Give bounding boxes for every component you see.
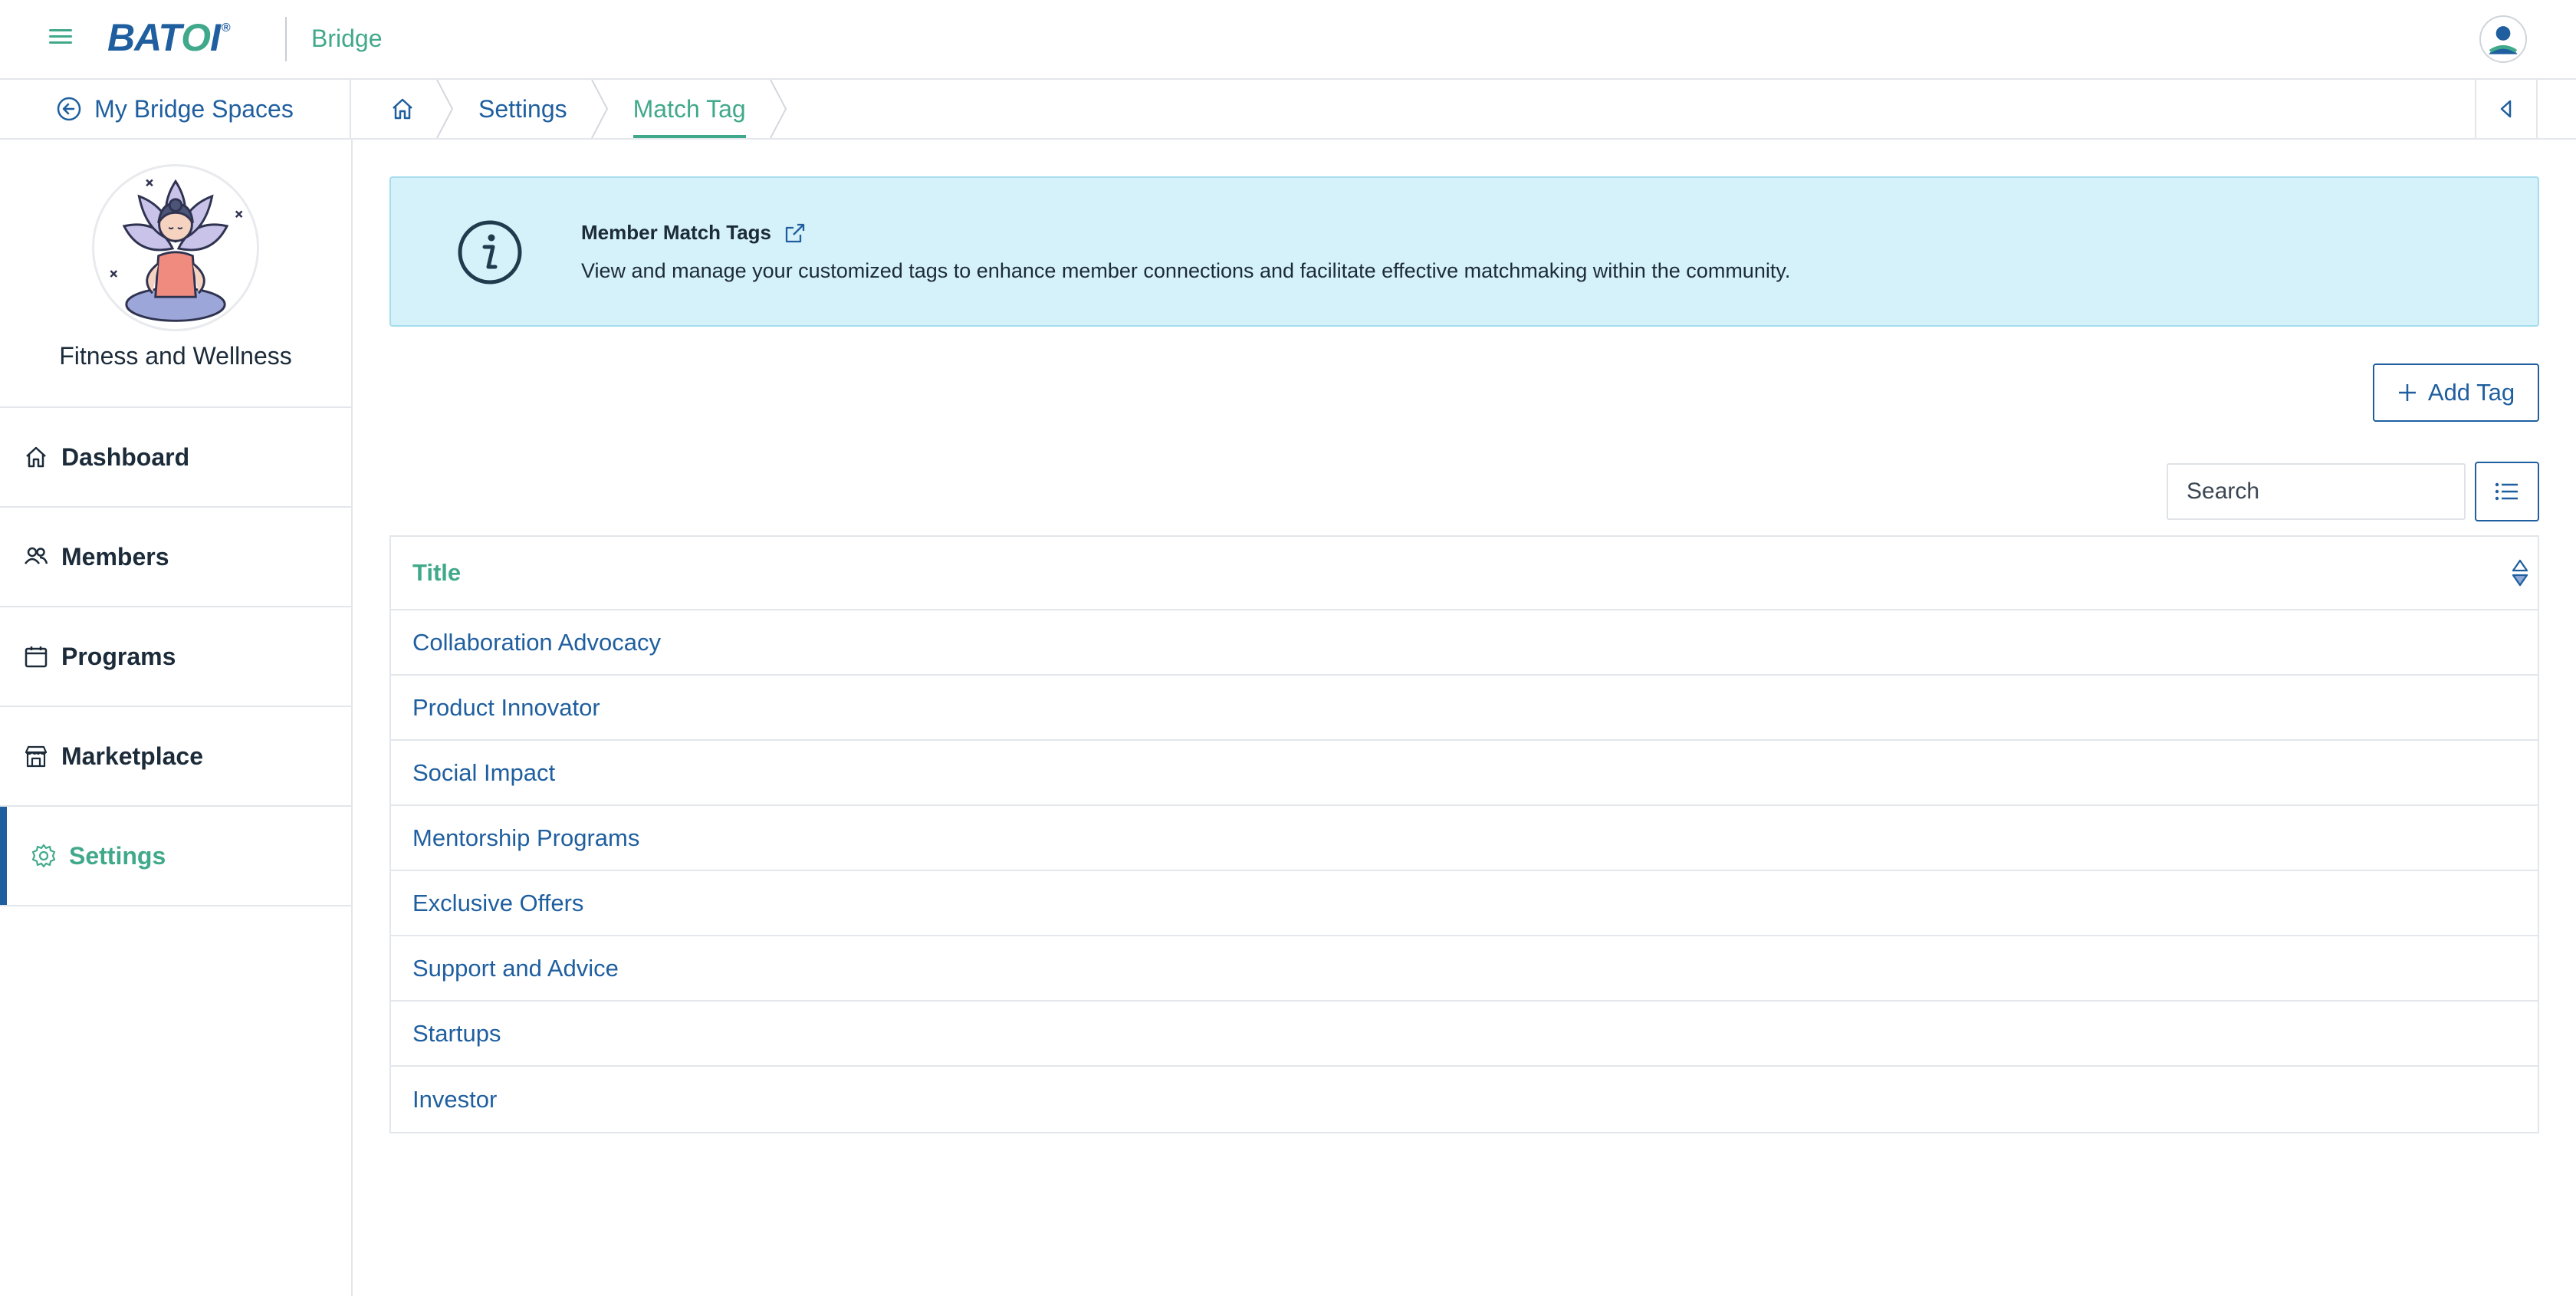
banner-description: View and manage your customized tags to … <box>581 259 1791 282</box>
sidebar-item-label: Dashboard <box>61 442 190 471</box>
space-name: Fitness and Wellness <box>59 342 292 370</box>
arrow-left-circle-icon <box>57 97 81 121</box>
list-view-toggle-button[interactable] <box>2475 462 2539 521</box>
search-input[interactable] <box>2167 463 2466 520</box>
user-avatar-icon <box>2489 26 2518 54</box>
table-row[interactable]: Mentorship Programs <box>391 806 2538 871</box>
logo-o: O <box>181 16 211 59</box>
table-row[interactable]: Social Impact <box>391 741 2538 806</box>
plus-icon <box>2398 384 2416 401</box>
sidebar-item-members[interactable]: Members <box>0 508 351 607</box>
breadcrumb: Settings Match Tag <box>353 80 787 138</box>
table-row[interactable]: Exclusive Offers <box>391 871 2538 936</box>
sidebar-item-marketplace[interactable]: Marketplace <box>0 707 351 807</box>
tag-title: Collaboration Advocacy <box>412 628 661 656</box>
table-header: Title <box>391 537 2538 610</box>
gear-icon <box>31 844 56 868</box>
sidebar-item-label: Marketplace <box>61 742 203 770</box>
home-icon <box>393 98 412 120</box>
tag-title: Startups <box>412 1019 501 1047</box>
banner-title-text: Member Match Tags <box>581 221 772 244</box>
sort-icon[interactable] <box>2509 558 2532 588</box>
sidebar: Fitness and Wellness Dashboard Members P… <box>0 140 353 1296</box>
sidebar-item-programs[interactable]: Programs <box>0 607 351 707</box>
tag-title: Exclusive Offers <box>412 889 584 916</box>
tag-title: Social Impact <box>412 758 556 786</box>
my-bridge-spaces-link[interactable]: My Bridge Spaces <box>0 80 351 138</box>
banner-title: Member Match Tags <box>581 221 807 245</box>
breadcrumb-settings[interactable]: Settings <box>446 80 608 138</box>
breadcrumb-match-tag[interactable]: Match Tag <box>601 80 787 138</box>
logo-divider <box>285 17 287 61</box>
home-icon <box>26 446 46 468</box>
breadcrumb-separator <box>769 80 787 138</box>
tags-table: Title Collaboration Advocacy Product Inno… <box>389 535 2539 1133</box>
table-row[interactable]: Investor <box>391 1067 2538 1132</box>
breadcrumb-home[interactable] <box>353 80 454 138</box>
calendar-icon <box>25 646 48 668</box>
sidebar-item-dashboard[interactable]: Dashboard <box>0 408 351 508</box>
table-row[interactable]: Support and Advice <box>391 936 2538 1002</box>
tag-title: Product Innovator <box>412 693 600 721</box>
tag-title: Support and Advice <box>412 954 619 982</box>
meditation-illustration-icon <box>96 168 255 327</box>
caret-left-icon <box>2500 100 2512 118</box>
table-body: Collaboration Advocacy Product Innovator S… <box>391 610 2538 1132</box>
hamburger-icon[interactable] <box>49 29 72 48</box>
list-icon <box>2495 482 2518 501</box>
logo-i: I <box>209 16 221 59</box>
sidebar-nav: Dashboard Members Programs Marketplace S… <box>0 406 351 906</box>
column-header-title[interactable]: Title <box>412 559 461 587</box>
breadcrumb-label: Match Tag <box>632 94 746 123</box>
sidebar-item-label: Members <box>61 542 169 571</box>
batoi-logo[interactable]: BAT O I ® <box>107 16 231 59</box>
top-header: BAT O I ® Bridge <box>0 0 2576 80</box>
breadcrumb-label: Settings <box>478 94 567 123</box>
breadcrumb-bar: My Bridge Spaces Settings Match Tag <box>0 80 2576 140</box>
sidebar-item-label: Programs <box>61 642 176 670</box>
back-label: My Bridge Spaces <box>94 94 294 123</box>
sidebar-item-label: Settings <box>69 841 166 870</box>
add-tag-button[interactable]: Add Tag <box>2373 363 2539 422</box>
table-row[interactable]: Product Innovator <box>391 676 2538 741</box>
logo-text: BAT <box>107 16 182 59</box>
users-icon <box>25 547 48 564</box>
external-link-icon[interactable] <box>784 222 807 245</box>
logo-registered: ® <box>221 21 231 35</box>
collapse-panel-button[interactable] <box>2475 80 2538 138</box>
tag-title: Mentorship Programs <box>412 824 640 851</box>
main-content: Member Match Tags View and manage your c… <box>389 176 2539 1133</box>
info-banner: Member Match Tags View and manage your c… <box>389 176 2539 327</box>
profile-button[interactable] <box>2479 15 2527 63</box>
table-row[interactable]: Collaboration Advocacy <box>391 610 2538 676</box>
table-row[interactable]: Startups <box>391 1002 2538 1067</box>
space-avatar <box>92 164 259 331</box>
app-name: Bridge <box>311 25 383 52</box>
info-icon <box>458 220 522 285</box>
store-icon <box>25 745 48 768</box>
add-tag-label: Add Tag <box>2427 379 2515 406</box>
active-underline <box>632 135 746 138</box>
sidebar-item-settings[interactable]: Settings <box>0 807 351 906</box>
tag-title: Investor <box>412 1085 498 1113</box>
